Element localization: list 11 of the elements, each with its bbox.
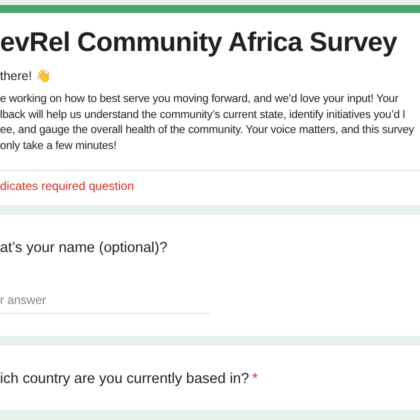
description-line: only take a few minutes!	[0, 138, 118, 154]
answer-field[interactable]: r answer	[0, 293, 210, 314]
description-line: ee, and gauge the overall health of the community. Your voice matters, and this survey	[0, 123, 416, 138]
description-line: lback will help us understand the community’s current state, identify initiatives you’d l	[0, 108, 406, 122]
question-title: at’s your name (optional)?	[0, 240, 168, 256]
question-title: ich country are you currently based in? *	[0, 371, 258, 387]
required-note: dicates required question	[0, 179, 136, 193]
required-asterisk: *	[252, 371, 258, 387]
greeting-text: there! 👋	[0, 68, 52, 83]
description-line: e working on how to best serve you moving forward, and we’d love your input! Your	[0, 92, 400, 107]
form-title: evRel Community Africa Survey	[0, 27, 398, 58]
